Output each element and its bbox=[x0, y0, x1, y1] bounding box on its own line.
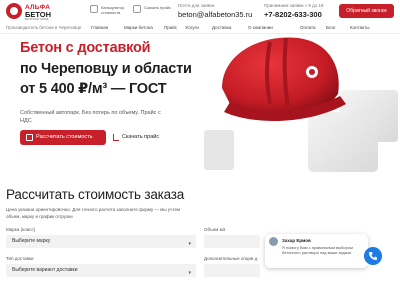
hero-title-line1: Бетон с доставкой bbox=[20, 40, 151, 56]
email-label: Почта для заявок bbox=[178, 3, 215, 8]
grade-select[interactable]: Выберите марку ▾ bbox=[6, 235, 196, 248]
nav-item-tagline: Производитель бетона в Череповце bbox=[6, 25, 82, 30]
nav-item-payment[interactable]: Оплата bbox=[300, 25, 315, 30]
delivery-label: Тип доставки bbox=[6, 256, 34, 261]
calculator-hint: Цена указана ориентировочно. Для точного… bbox=[6, 207, 181, 219]
concrete-block-front bbox=[308, 112, 378, 172]
volume-input[interactable] bbox=[204, 235, 260, 248]
calculator-title: Рассчитать стоимость заказа bbox=[6, 187, 185, 202]
download-price-button[interactable]: Скачать прайс bbox=[110, 130, 170, 145]
nav-item-about[interactable]: О компании bbox=[248, 25, 273, 30]
callback-button[interactable]: Обратный звонок bbox=[339, 4, 394, 18]
calculator-link-label: Калькулятор стоимости bbox=[101, 5, 125, 15]
phone-icon bbox=[369, 252, 377, 260]
calculator-icon bbox=[90, 5, 98, 13]
nav-item-price[interactable]: Прайс bbox=[164, 25, 177, 30]
chat-popup[interactable]: Захар Ермов Я помогу Вам с правильным вы… bbox=[265, 234, 368, 268]
nav-item-delivery[interactable]: Доставка bbox=[212, 25, 231, 30]
nav-item-grades[interactable]: Марки бетона bbox=[124, 25, 153, 30]
nav-item-home[interactable]: Главная bbox=[91, 25, 108, 30]
chevron-down-icon: ▾ bbox=[188, 270, 191, 276]
chat-message: Я помогу Вам с правильным выбором бетонн… bbox=[282, 245, 353, 255]
logo[interactable]: АЛЬФА БЕТОН БЕТОННЫЙ ЗАВОД bbox=[6, 3, 58, 21]
avatar bbox=[269, 237, 278, 246]
email-link[interactable]: beton@alfabeton35.ru bbox=[178, 10, 252, 19]
logo-mark-icon bbox=[6, 3, 22, 19]
calculate-cost-label: Рассчитать стоимость bbox=[36, 134, 93, 140]
extra-options-label: Дополнительные опции д bbox=[204, 256, 258, 261]
document-icon bbox=[133, 5, 141, 13]
nav-item-blog[interactable]: Блог bbox=[326, 25, 336, 30]
extra-options-select[interactable] bbox=[204, 264, 260, 277]
concrete-block-left bbox=[204, 130, 234, 170]
nav-item-services[interactable]: Услуги bbox=[185, 25, 199, 30]
header: АЛЬФА БЕТОН БЕТОННЫЙ ЗАВОД Калькулятор с… bbox=[0, 0, 400, 22]
calculator-icon bbox=[26, 134, 33, 141]
delivery-select[interactable]: Выберите вариант доставки ▾ bbox=[6, 264, 196, 277]
hero-description: Собственный автопарк. Без потерь по объе… bbox=[20, 110, 161, 124]
volume-label: Объем м3 bbox=[204, 227, 226, 232]
calculate-cost-button[interactable]: Рассчитать стоимость bbox=[20, 130, 106, 145]
price-link-label: Скачать прайс bbox=[144, 5, 171, 10]
grade-select-value: Выберите марку bbox=[12, 238, 51, 244]
grade-label: Марка (класс) bbox=[6, 227, 36, 232]
nav-item-contacts[interactable]: Контакты bbox=[350, 25, 369, 30]
chat-agent-name: Захар Ермов bbox=[282, 238, 311, 243]
chat-launcher-button[interactable] bbox=[364, 247, 382, 265]
download-price-label: Скачать прайс bbox=[122, 134, 160, 140]
download-icon bbox=[113, 134, 119, 141]
hard-hat-icon bbox=[222, 37, 346, 122]
phone-label: Принимаем заявки с 9 до 18 bbox=[264, 3, 324, 8]
hero-title-line3: от 5 400 ₽/м³ — ГОСТ bbox=[20, 81, 167, 97]
chevron-down-icon: ▾ bbox=[188, 241, 191, 247]
hero-title-line2: по Череповцу и области bbox=[20, 61, 192, 77]
delivery-select-value: Выберите вариант доставки bbox=[12, 267, 78, 273]
phone-link[interactable]: +7-8202-633-300 bbox=[264, 10, 322, 19]
hero-illustration bbox=[204, 37, 398, 172]
logo-tagline: БЕТОННЫЙ ЗАВОД bbox=[25, 18, 49, 21]
